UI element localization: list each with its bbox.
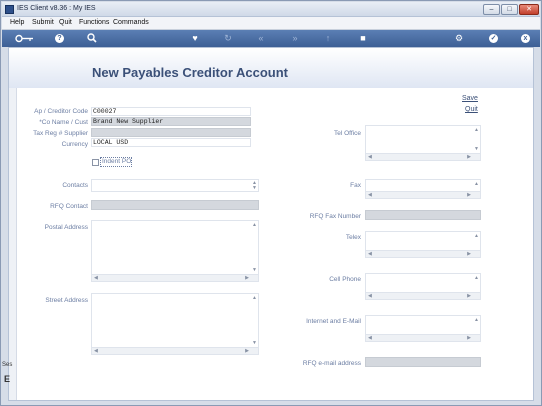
fax-hscrollbar[interactable]: ◀ ▶ [366,191,480,198]
footer-glyph: E [4,374,11,384]
menu-functions[interactable]: Functions [79,19,109,26]
internet-email-field[interactable]: ▲ ◀ ▶ [365,315,481,342]
postal-hscrollbar[interactable]: ◀ ▶ [92,274,258,281]
upload-icon[interactable]: ↑ [321,32,335,45]
check-icon[interactable]: ✓ [489,34,498,43]
gear-icon[interactable]: ⚙ [452,32,466,45]
telex-scroll-up-icon[interactable]: ▲ [474,233,479,239]
postal-scroll-down-icon[interactable]: ▼ [252,267,257,273]
internet-scroll-up-icon[interactable]: ▲ [474,317,479,323]
search-icon[interactable] [85,32,99,45]
tel-scroll-up-icon[interactable]: ▲ [474,127,479,133]
name-field[interactable]: Brand New Supplier [91,117,251,126]
tel-scroll-down-icon[interactable]: ▼ [474,146,479,152]
street-hscrollbar[interactable]: ◀ ▶ [92,347,258,354]
taxreg-field[interactable] [91,128,251,137]
postal-address-field[interactable]: ▲ ▼ ◀ ▶ [91,220,259,282]
rfq-email-label: RFQ e-mail address [302,360,361,367]
quit-link[interactable]: Quit [465,106,478,113]
fax-field[interactable]: ▲ ◀ ▶ [365,179,481,199]
street-scroll-up-icon[interactable]: ▲ [252,295,257,301]
taxreg-label: Tax Reg # Supplier [33,130,88,137]
postal-scroll-up-icon[interactable]: ▲ [252,222,257,228]
application-window: IES Client v8.36 : My IES – □ ✕ Help Sub… [0,0,542,406]
rfq-contact-field[interactable] [91,200,259,210]
cell-phone-field[interactable]: ▲ ◀ ▶ [365,273,481,300]
contacts-scroll-down-icon[interactable]: ▼ [252,185,257,191]
minimize-button[interactable]: – [483,4,500,15]
telex-hscrollbar[interactable]: ◀ ▶ [366,250,480,257]
tel-hscrollbar[interactable]: ◀ ▶ [366,153,480,160]
internet-hscrollbar[interactable]: ◀ ▶ [366,334,480,341]
close-icon[interactable]: x [521,34,530,43]
cell-phone-label: Cell Phone [329,276,361,283]
currency-label: Currency [61,141,88,148]
currency-field[interactable]: LOCAL USD [91,138,251,147]
cell-scroll-up-icon[interactable]: ▲ [474,275,479,281]
toolbar: ? ♥ ↻ « » ↑ ■ ⚙ ✓ x [2,30,540,47]
cell-hscrollbar[interactable]: ◀ ▶ [366,292,480,299]
rfq-email-field[interactable] [365,357,481,367]
window-title: IES Client v8.36 : My IES [17,5,96,12]
rfq-fax-label: RFQ Fax Number [309,213,361,220]
maximize-button[interactable]: □ [501,4,518,15]
name-label: *Co Name / Cust [39,119,88,126]
fax-label: Fax [350,182,361,189]
contacts-label: Contacts [62,182,88,189]
footer-text: Ses [2,362,13,368]
rfq-contact-label: RFQ Contact [50,203,88,210]
fax-scroll-up-icon[interactable]: ▲ [474,181,479,187]
page-title: New Payables Creditor Account [92,65,289,80]
tel-office-label: Tel Office [334,130,361,137]
menu-commands[interactable]: Commands [113,19,149,26]
stop-icon[interactable]: ■ [356,32,370,45]
forward-icon[interactable]: » [288,32,302,45]
tel-office-field[interactable]: ▲ ▼ ◀ ▶ [365,125,481,161]
menu-quit[interactable]: Quit [59,19,72,26]
indent-po-checkbox[interactable] [92,159,99,166]
telex-field[interactable]: ▲ ◀ ▶ [365,231,481,258]
rfq-fax-field[interactable] [365,210,481,220]
telex-label: Telex [345,234,361,241]
menu-submit[interactable]: Submit [32,19,54,26]
key-icon[interactable] [15,32,35,45]
help-icon[interactable]: ? [55,34,64,43]
code-field[interactable]: C00027 [91,107,251,116]
form-panel: New Payables Creditor Account Save Quit … [8,47,534,401]
code-label: Ap / Creditor Code [34,108,88,115]
contacts-field[interactable]: ▲ ▼ [91,179,259,192]
refresh-icon[interactable]: ↻ [221,32,235,45]
close-window-button[interactable]: ✕ [519,4,539,15]
menu-help[interactable]: Help [10,19,24,26]
save-link[interactable]: Save [462,95,478,102]
menu-bar: Help Submit Quit Functions Commands [2,17,540,30]
heart-icon[interactable]: ♥ [188,32,202,45]
postal-label: Postal Address [44,224,88,231]
app-icon [5,5,14,14]
indent-po-label: Indent PO [102,158,132,165]
title-bar: IES Client v8.36 : My IES – □ ✕ [2,2,540,17]
street-scroll-down-icon[interactable]: ▼ [252,340,257,346]
rewind-icon[interactable]: « [254,32,268,45]
street-address-field[interactable]: ▲ ▼ ◀ ▶ [91,293,259,355]
street-label: Street Address [45,297,88,304]
internet-label: Internet and E-Mail [306,318,361,325]
